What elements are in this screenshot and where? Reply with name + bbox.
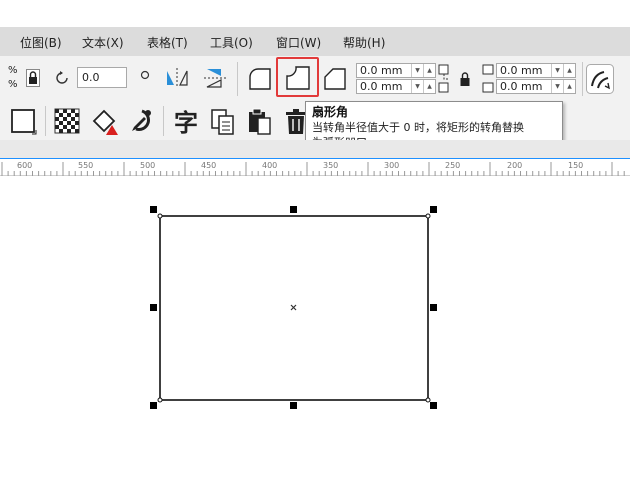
ruler-label: 550 [78, 161, 94, 170]
relative-corner-scaling-icon[interactable] [586, 64, 614, 94]
spin-up-icon[interactable]: ▲ [563, 80, 575, 93]
horizontal-ruler[interactable]: 600 550 500 450 400 350 300 250 200 150 [0, 158, 630, 176]
spin-down-icon[interactable]: ▼ [411, 80, 423, 93]
separator [45, 106, 46, 136]
menu-window[interactable]: 窗口(W) [276, 34, 321, 51]
corner-radius-top-right-value: 0.0 mm [500, 64, 543, 77]
eyedropper-icon[interactable] [128, 107, 154, 137]
selection-handle[interactable] [430, 304, 437, 311]
spin-down-icon[interactable]: ▼ [551, 64, 563, 77]
lock-corners-icon[interactable] [459, 71, 471, 87]
corner-node[interactable] [425, 397, 431, 403]
ruler-label: 350 [323, 161, 339, 170]
trash-icon[interactable] [285, 109, 307, 135]
corner-link-top-icon [437, 64, 451, 94]
fill-bucket-icon[interactable] [90, 107, 120, 137]
highlight-accent [276, 57, 319, 97]
spin-up-icon[interactable]: ▲ [563, 64, 575, 77]
corner-radius-top-left-input[interactable]: 0.0 mm ▼ ▲ [356, 63, 436, 78]
corner-radius-bottom-right-input[interactable]: 0.0 mm ▼ ▲ [496, 79, 576, 94]
menu-help[interactable]: 帮助(H) [343, 34, 385, 51]
svg-text:字: 字 [174, 109, 198, 137]
mirror-horizontal-icon[interactable] [164, 66, 190, 90]
selection-handle[interactable] [150, 304, 157, 311]
corner-node[interactable] [157, 397, 163, 403]
rotate-icon [54, 70, 70, 86]
selection-handle[interactable] [150, 206, 157, 213]
selection-handle[interactable] [430, 206, 437, 213]
mirror-vertical-icon[interactable] [202, 66, 228, 90]
corner-radius-top-left-value: 0.0 mm [360, 64, 403, 77]
corner-node[interactable] [157, 213, 163, 219]
separator [582, 62, 583, 96]
spin-down-icon[interactable]: ▼ [411, 64, 423, 77]
ruler-label: 500 [140, 161, 156, 170]
chamfered-corner-icon[interactable] [321, 65, 349, 93]
menu-bitmap[interactable]: 位图(B) [20, 34, 62, 51]
corner-link-right-icon [480, 64, 496, 94]
paste-icon[interactable] [246, 108, 272, 136]
tooltip-title: 扇形角 [312, 105, 349, 119]
separator [237, 62, 238, 96]
rotation-angle-input[interactable]: 0.0 [77, 67, 127, 88]
round-corner-icon[interactable] [246, 65, 274, 93]
corner-radius-top-right-input[interactable]: 0.0 mm ▼ ▲ [496, 63, 576, 78]
menu-bar: 位图(B) 文本(X) 表格(T) 工具(O) 窗口(W) 帮助(H) [0, 27, 630, 56]
outline-rectangle-icon[interactable] [10, 108, 38, 136]
selection-handle[interactable] [290, 206, 297, 213]
drawing-canvas[interactable] [0, 176, 630, 488]
spin-up-icon[interactable]: ▲ [423, 80, 435, 93]
selection-handle[interactable] [290, 402, 297, 409]
menu-text[interactable]: 文本(X) [82, 34, 124, 51]
spin-down-icon[interactable]: ▼ [551, 80, 563, 93]
spin-up-icon[interactable]: ▲ [423, 64, 435, 77]
canvas-svg [150, 206, 437, 409]
tooltip-description-line-1: 当转角半径值大于 0 时，将矩形的转角替换 [312, 121, 524, 134]
transparency-icon[interactable] [54, 108, 80, 134]
ruler-label: 200 [507, 161, 523, 170]
ruler-label: 600 [17, 161, 33, 170]
ruler-label: 150 [568, 161, 584, 170]
menu-table[interactable]: 表格(T) [147, 34, 188, 51]
text-tool-icon[interactable]: 字 [172, 107, 200, 137]
circle-icon [140, 70, 150, 80]
lock-icon[interactable] [26, 69, 40, 87]
ruler-label: 450 [201, 161, 217, 170]
corner-radius-bottom-left-input[interactable]: 0.0 mm ▼ ▲ [356, 79, 436, 94]
corner-radius-bottom-left-value: 0.0 mm [360, 80, 403, 93]
ruler-label: 300 [384, 161, 400, 170]
selection-handle[interactable] [150, 402, 157, 409]
separator [163, 106, 164, 136]
ruler-label: 250 [445, 161, 461, 170]
corner-node[interactable] [425, 213, 431, 219]
docker-strip [0, 140, 630, 158]
ruler-label: 400 [262, 161, 278, 170]
percent-label-top: % [8, 65, 18, 76]
selection-handle[interactable] [430, 402, 437, 409]
percent-label-bottom: % [8, 79, 18, 90]
corner-radius-bottom-right-value: 0.0 mm [500, 80, 543, 93]
ruler-ticks [1, 162, 625, 176]
copy-properties-icon[interactable] [210, 108, 236, 136]
menu-tools[interactable]: 工具(O) [210, 34, 253, 51]
